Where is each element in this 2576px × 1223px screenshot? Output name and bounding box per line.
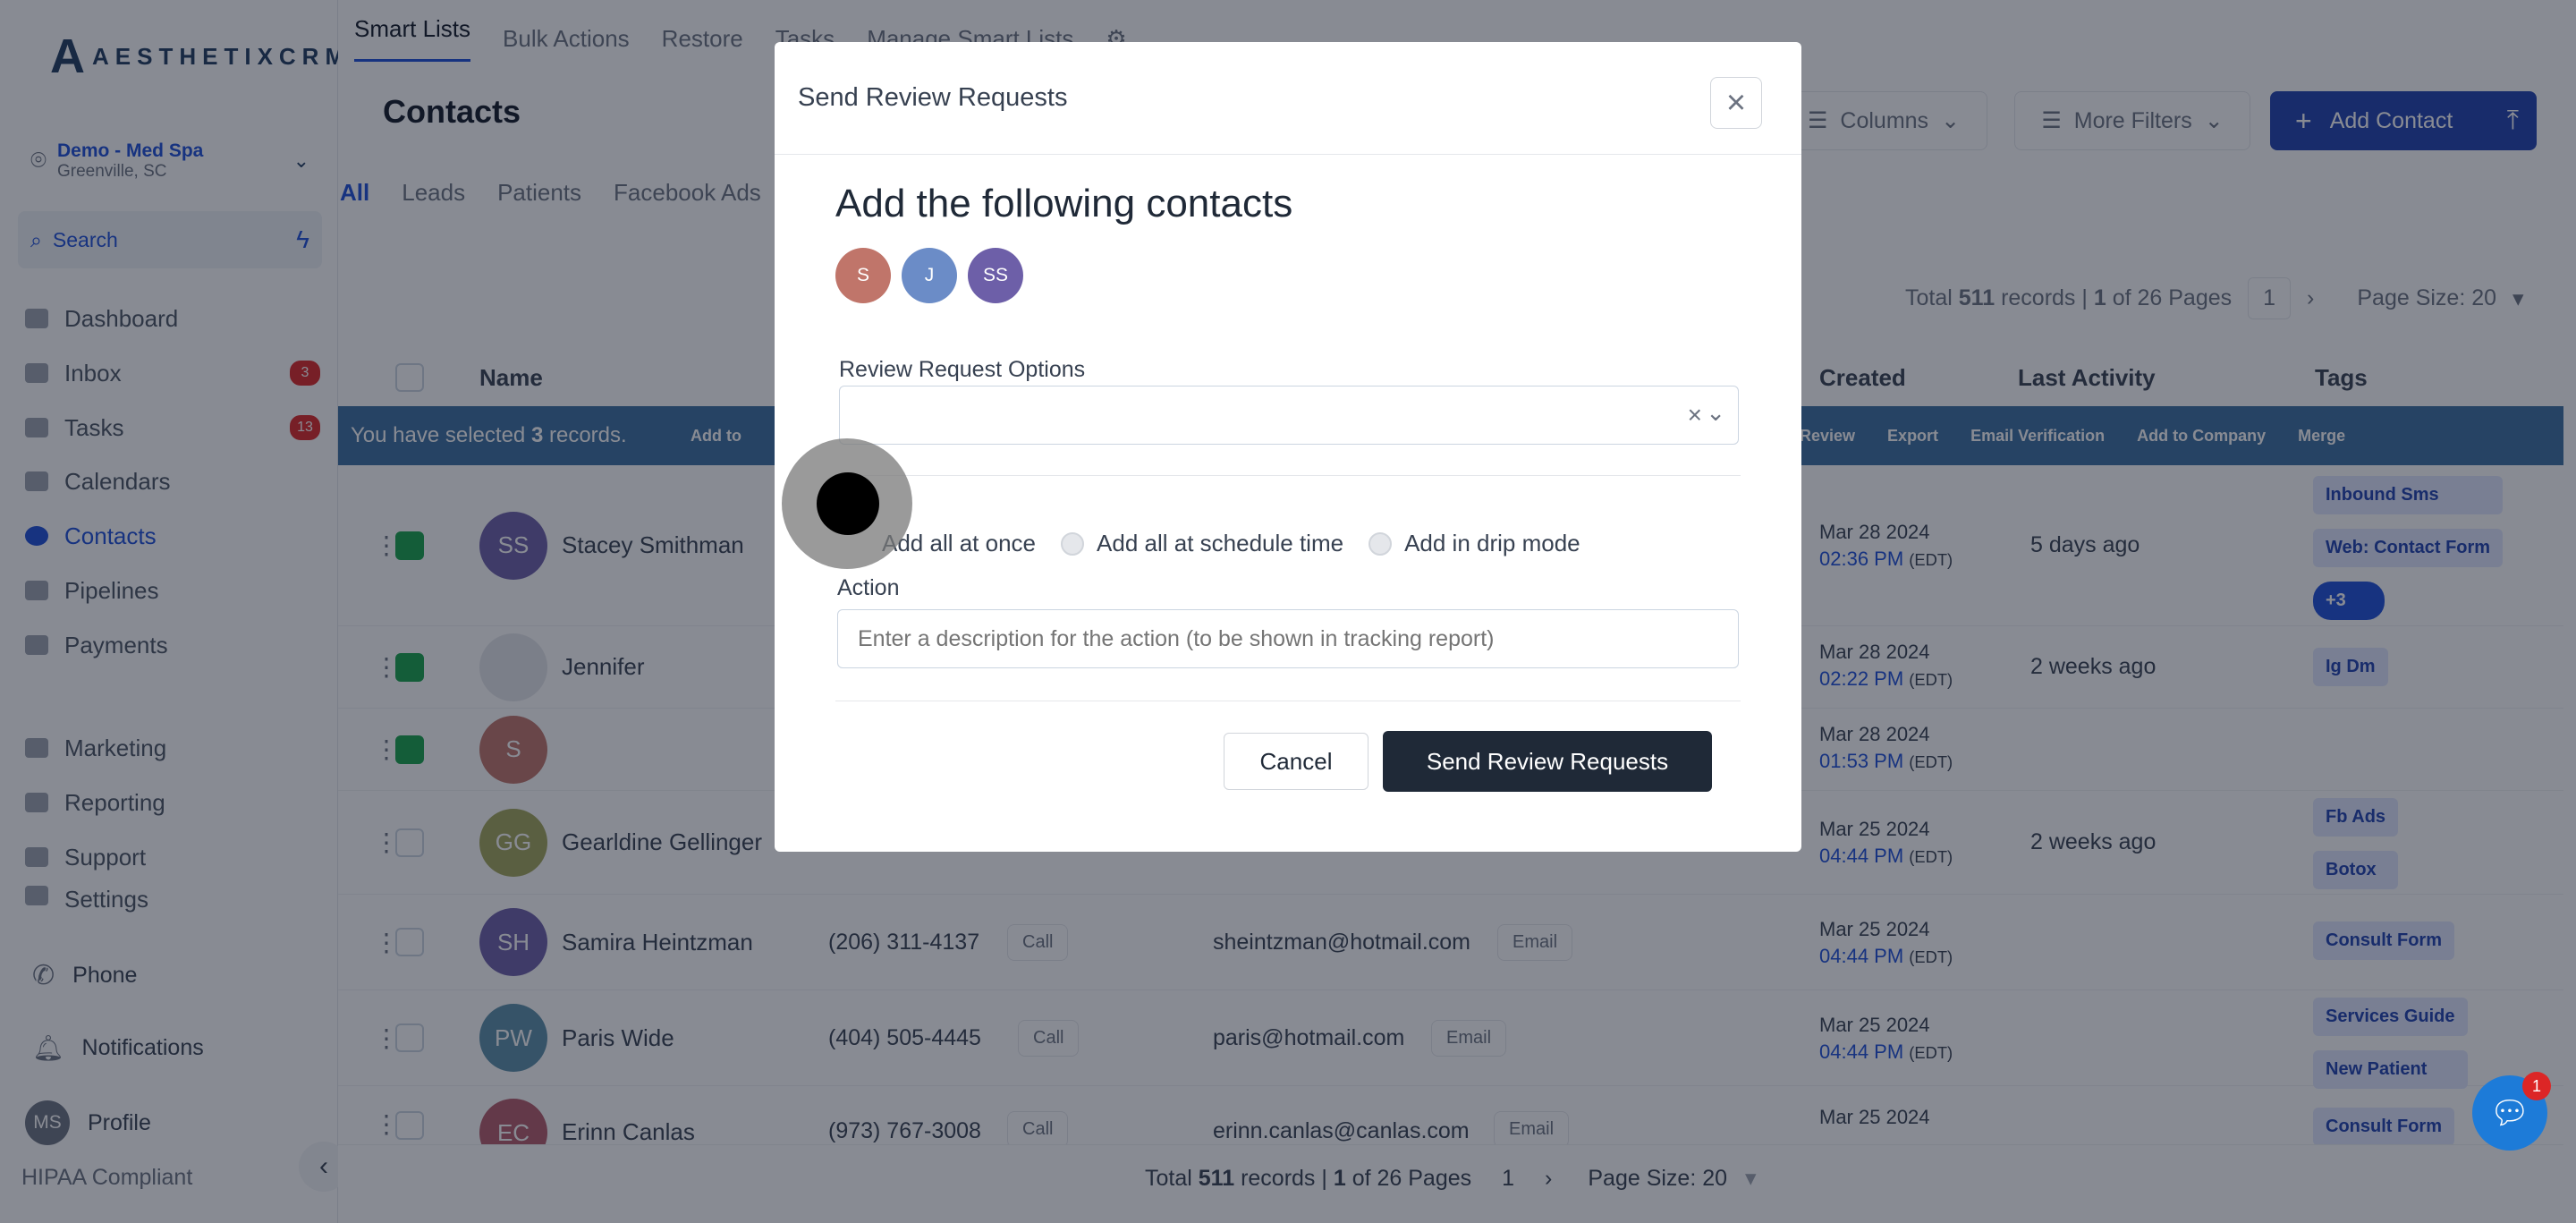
clear-icon[interactable]: × [1688,401,1702,429]
radio-add-all-at-once[interactable]: Add all at once [882,530,1036,557]
close-button[interactable]: × [1710,77,1762,129]
contact-chip: J [902,248,957,303]
radio-add-in-drip-mode[interactable] [1368,531,1393,556]
schedule-radio-group: Add all at once Add all at schedule time… [882,530,1580,557]
modal-title: Send Review Requests [798,83,1068,112]
chat-widget-button[interactable]: 💬︎ 1 [2472,1072,2551,1151]
contact-chip: S [835,248,891,303]
review-options-label: Review Request Options [839,357,1086,382]
send-review-requests-button[interactable]: Send Review Requests [1383,731,1712,792]
radio-label: Add in drip mode [1404,530,1580,556]
divider [835,475,1741,476]
radio-add-all-at-schedule-time[interactable] [1061,531,1085,556]
radio-label: Add all at schedule time [1097,530,1344,556]
cancel-button[interactable]: Cancel [1224,733,1368,790]
send-review-requests-modal: Send Review Requests × Add the following… [775,42,1801,852]
close-icon: × [1725,83,1747,122]
action-description-input[interactable] [837,609,1739,668]
action-label: Action [837,575,900,600]
modal-header: Send Review Requests × [775,42,1801,155]
chat-icon: 💬︎ [2489,1094,2530,1131]
cursor-dot [817,472,879,535]
review-options-select[interactable]: × ⌄ [839,386,1739,445]
contact-chip: SS [968,248,1023,303]
chat-badge: 1 [2522,1072,2551,1100]
modal-heading: Add the following contacts [835,182,1293,225]
chevron-down-icon: ⌄ [1706,399,1725,426]
